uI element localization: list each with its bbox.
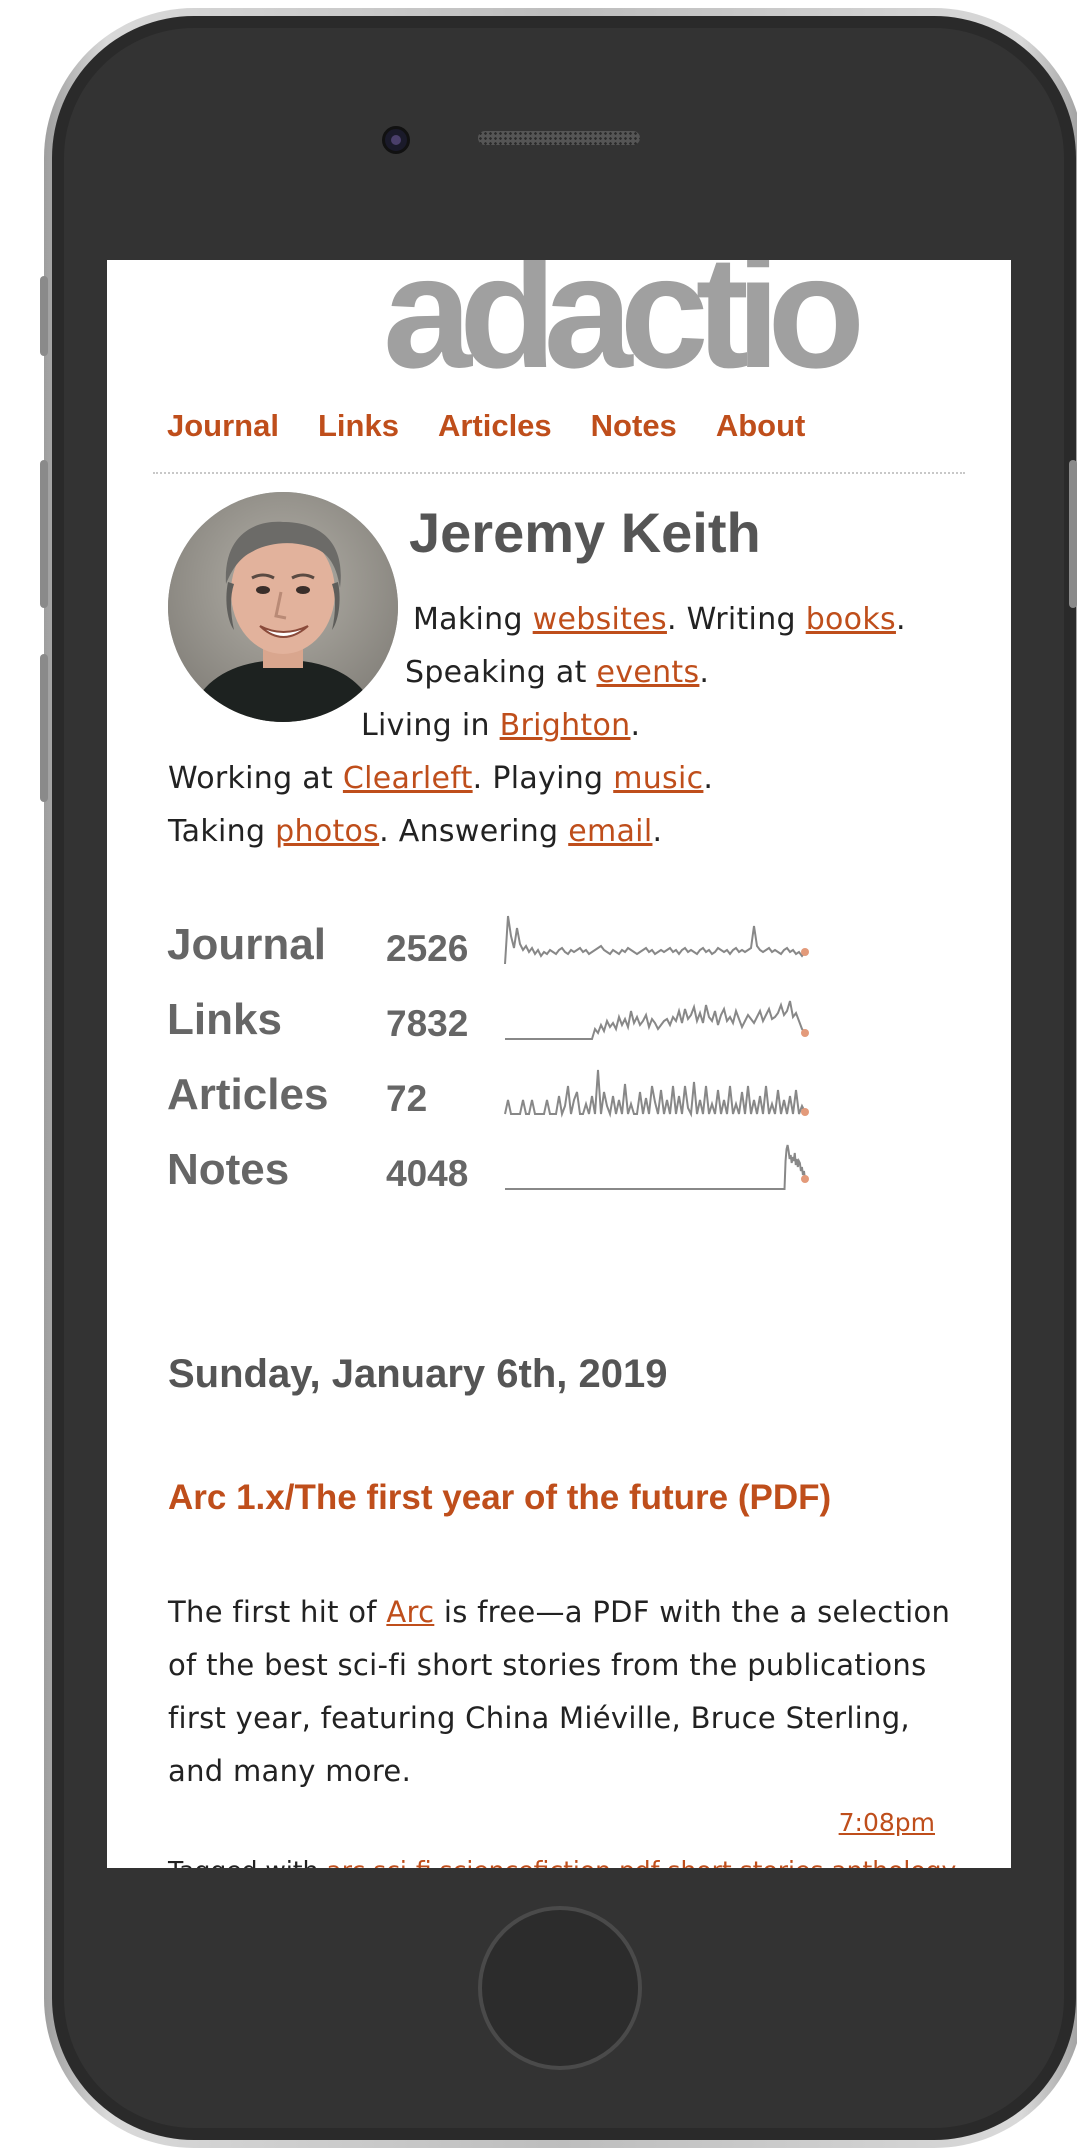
bio-text: Making [413, 602, 533, 637]
sparkline-path [504, 915, 806, 965]
sparkline-endpoint [801, 1175, 809, 1183]
profile-name: Jeremy Keith [409, 501, 761, 564]
nav-journal[interactable]: Journal [167, 408, 279, 444]
tags-line: Tagged with arc sci-fi sciencefiction pd… [168, 1856, 956, 1868]
stat-count: 4048 [386, 1153, 469, 1194]
nav-articles[interactable]: Articles [438, 408, 552, 444]
post-body: The first hit of Arc is free—a PDF with … [168, 1586, 958, 1798]
browser-viewport: adactio Journal Links Articles Notes Abo… [107, 260, 1011, 1868]
sparkline-path [505, 1144, 806, 1190]
nav-about[interactable]: About [716, 408, 806, 444]
bio-text: . [703, 761, 714, 796]
bio-text: . Writing [666, 602, 806, 637]
sparkline-notes [505, 1144, 809, 1190]
bio-text: . Playing [472, 761, 614, 796]
tag-links[interactable]: arc sci-fi sciencefiction pdf short stor… [326, 1856, 956, 1868]
link-clearleft[interactable]: Clearleft [343, 761, 473, 796]
sparkline-path [505, 1000, 806, 1040]
site-logo[interactable]: adactio [383, 260, 865, 392]
nav-links[interactable]: Links [318, 408, 399, 444]
tagged-label: Tagged with [168, 1856, 326, 1868]
stat-label: Notes [167, 1145, 290, 1194]
bio-text: . [652, 814, 663, 849]
bio-line-2: Speaking at events. [405, 655, 709, 690]
bio-line-5: Taking photos. Answering email. [168, 814, 662, 849]
stat-count: 72 [386, 1078, 428, 1119]
bio-text: Taking [168, 814, 276, 849]
post-title-link[interactable]: Arc 1.x/The first year of the future (PD… [168, 1478, 831, 1518]
bio-text: Living in [361, 708, 500, 743]
stat-label: Articles [167, 1070, 329, 1119]
bio-line-3: Living in Brighton. [361, 708, 640, 743]
link-photos[interactable]: photos [275, 814, 379, 849]
sparkline-articles [504, 1069, 809, 1118]
stat-row-articles[interactable]: Articles 72 [167, 1069, 867, 1130]
sparkline-journal [504, 915, 809, 965]
stat-label: Journal [167, 920, 326, 969]
bio-text: . [895, 602, 906, 637]
bio-text: . Answering [379, 814, 569, 849]
power-button [1069, 460, 1077, 608]
nav-divider [153, 472, 965, 474]
sparkline-endpoint [801, 948, 809, 956]
home-button[interactable] [478, 1906, 642, 2070]
stat-row-notes[interactable]: Notes 4048 [167, 1144, 867, 1205]
post-text: The first hit of [168, 1595, 387, 1629]
sparkline-links [505, 1000, 809, 1040]
link-websites[interactable]: websites [533, 602, 667, 637]
stat-count: 2526 [386, 928, 469, 969]
date-heading: Sunday, January 6th, 2019 [168, 1352, 668, 1396]
link-email[interactable]: email [568, 814, 652, 849]
main-nav: Journal Links Articles Notes About [167, 408, 844, 444]
bio-line-4: Working at Clearleft. Playing music. [168, 761, 713, 796]
link-arc[interactable]: Arc [386, 1595, 434, 1629]
post-permalink-time[interactable]: 7:08pm [839, 1808, 935, 1837]
link-music[interactable]: music [613, 761, 703, 796]
sparkline-path [504, 1069, 806, 1118]
bio-line-1: Making websites. Writing books. [413, 602, 906, 637]
volume-down-button [40, 654, 48, 802]
link-books[interactable]: books [806, 602, 896, 637]
speaker-grille [478, 131, 640, 145]
link-events[interactable]: events [597, 655, 700, 690]
stat-label: Links [167, 995, 282, 1044]
bio-text: Working at [168, 761, 343, 796]
volume-up-button [40, 460, 48, 608]
stat-row-journal[interactable]: Journal 2526 [167, 915, 867, 980]
bio-text: Speaking at [405, 655, 597, 690]
stat-count: 7832 [386, 1003, 469, 1044]
camera-icon [382, 126, 410, 154]
sparkline-endpoint [801, 1029, 809, 1037]
link-brighton[interactable]: Brighton [500, 708, 631, 743]
stat-row-links[interactable]: Links 7832 [167, 995, 867, 1055]
avatar [168, 492, 398, 722]
bio-text: . [699, 655, 710, 690]
nav-notes[interactable]: Notes [591, 408, 677, 444]
mute-switch [40, 276, 48, 356]
bio-text: . [630, 708, 641, 743]
sparkline-endpoint [801, 1108, 809, 1116]
